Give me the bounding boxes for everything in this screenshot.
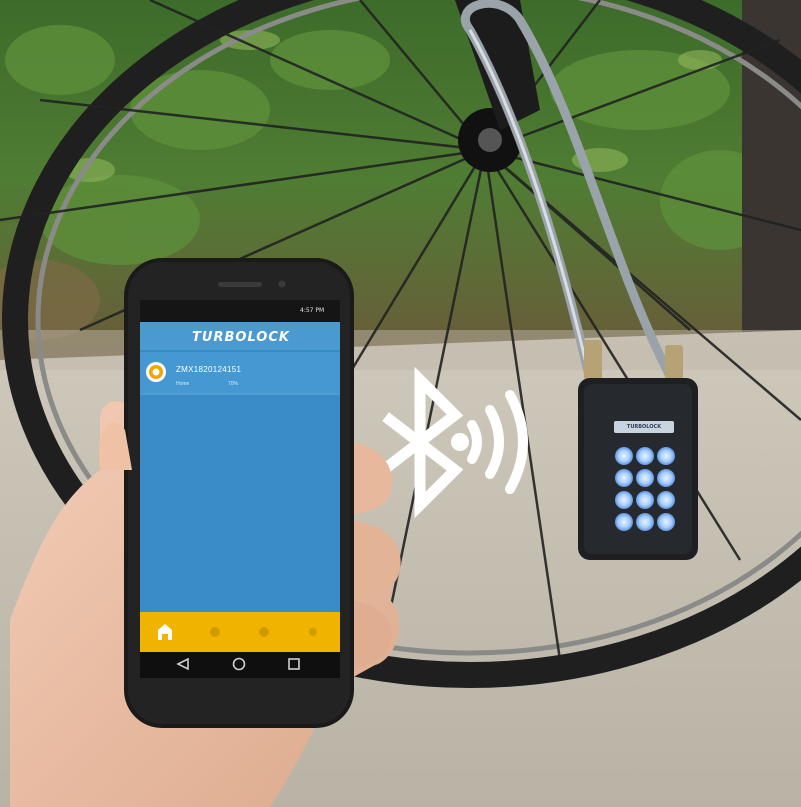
system-nav-bar — [140, 652, 340, 678]
tab-dot-icon — [259, 627, 269, 637]
status-bar-time: 4:57 PM — [300, 307, 325, 314]
device-status-left: Home — [176, 381, 190, 387]
device-status-right: 70% — [228, 381, 239, 387]
scene-graphic — [0, 0, 801, 807]
tab-dot-icon — [210, 627, 220, 637]
device-name[interactable]: ZMX1820124151 — [176, 365, 241, 374]
phone-camera — [278, 280, 286, 288]
phone-speaker — [218, 282, 262, 287]
photo-scene: TURBOLOCK ZMX1820124151 Home 70% 4:57 PM… — [0, 0, 801, 807]
cable-collar-right — [665, 345, 683, 380]
app-title: TURBOLOCK — [192, 330, 290, 345]
cable-collar-left — [584, 340, 602, 380]
lock-brand-label: TURBOLOCK — [614, 421, 674, 433]
tab-dot-icon — [309, 628, 317, 636]
